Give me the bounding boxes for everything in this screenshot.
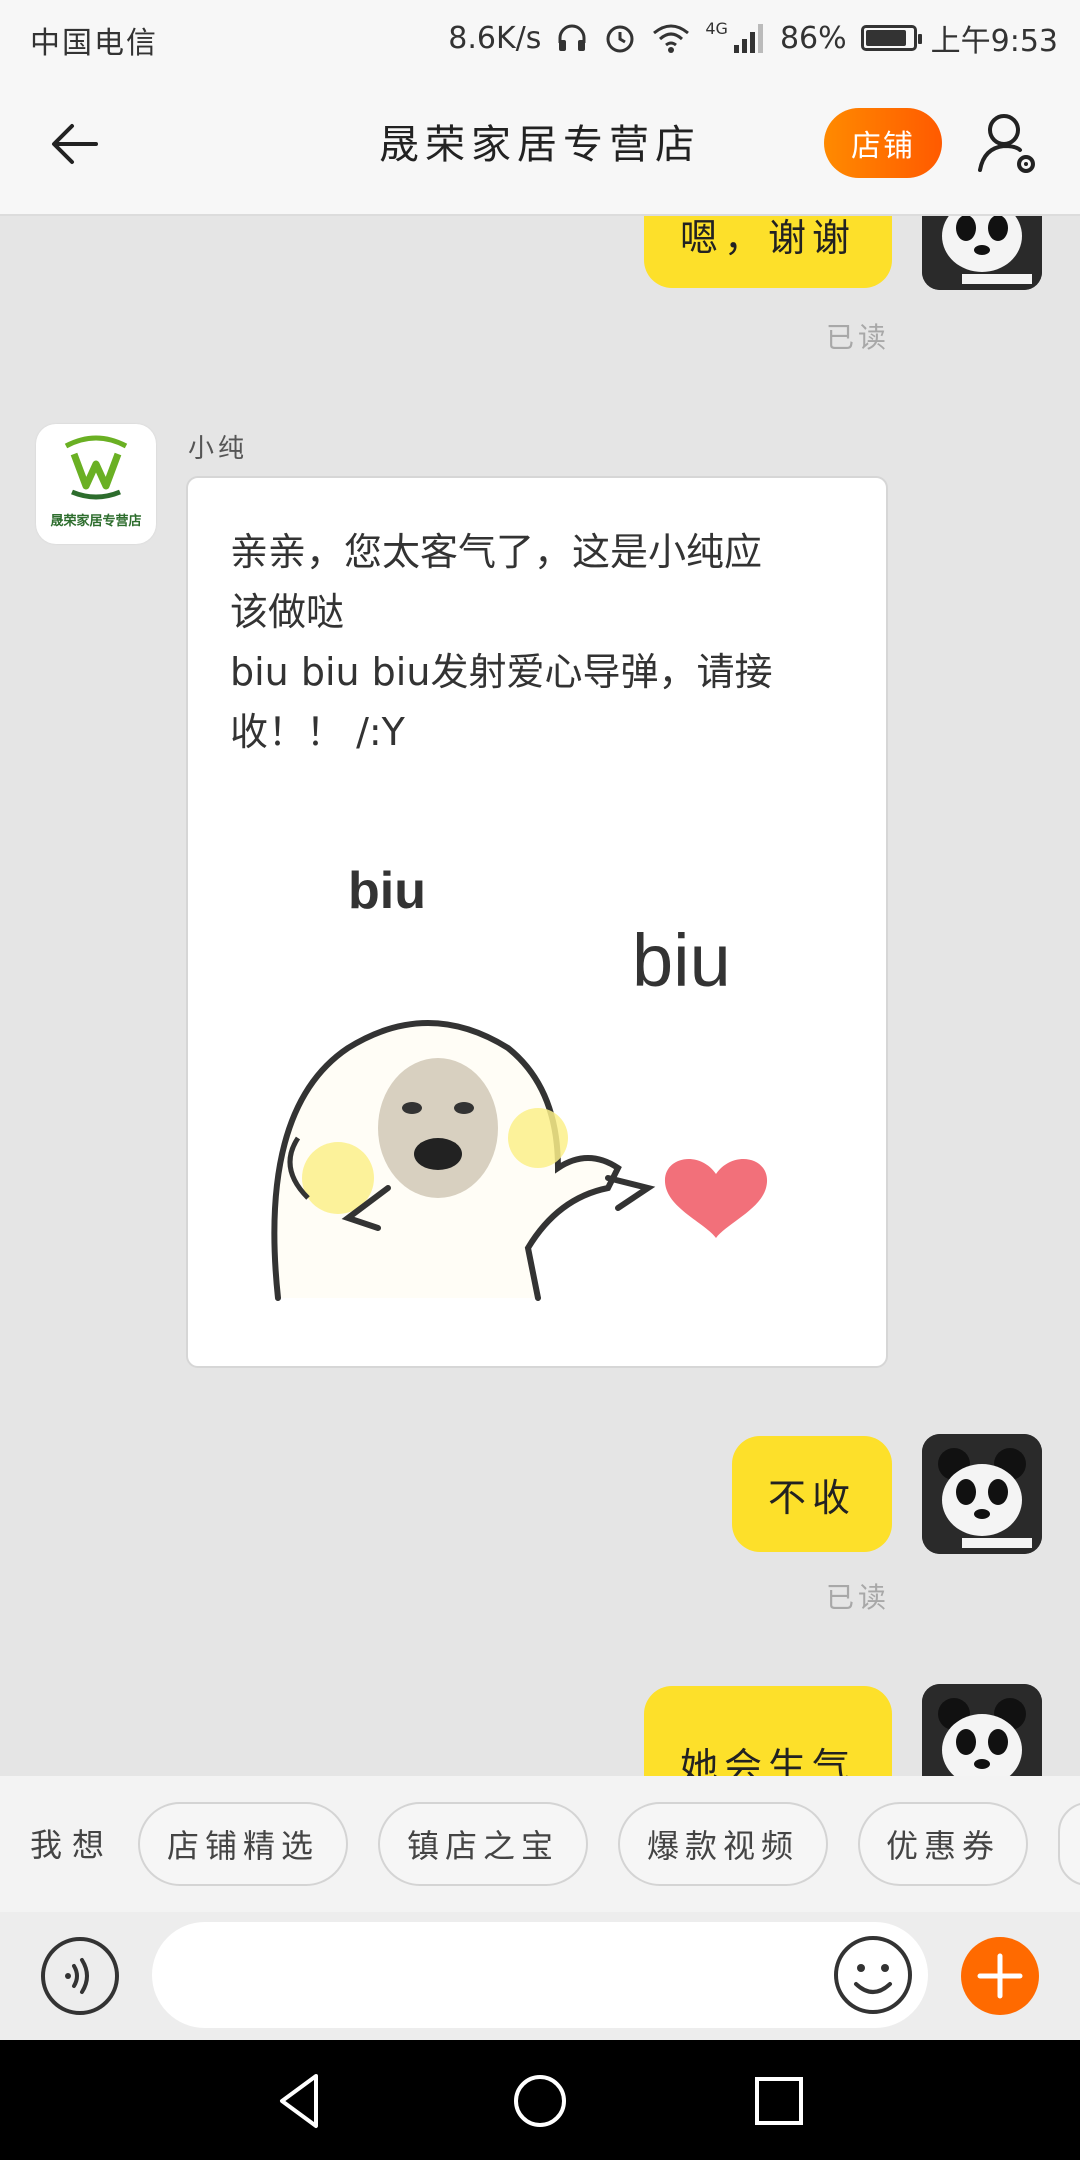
nav-recents-icon[interactable] bbox=[744, 2066, 814, 2136]
chip-coupons[interactable]: 优惠券 bbox=[858, 1802, 1028, 1886]
sender-name: 小纯 bbox=[188, 434, 249, 464]
input-bar bbox=[0, 1912, 1080, 2040]
my-message-bubble[interactable]: 嗯，谢谢 bbox=[644, 216, 892, 288]
my-avatar[interactable] bbox=[922, 216, 1042, 290]
panda-avatar-icon bbox=[922, 1434, 1042, 1554]
user-settings-icon[interactable] bbox=[976, 108, 1040, 178]
chip-more[interactable] bbox=[1058, 1802, 1080, 1886]
suggestion-label: 我想 bbox=[30, 1826, 115, 1864]
chat-header: 晟荣家居专营店 店铺 bbox=[0, 72, 1080, 216]
shop-message-card[interactable]: 亲亲，您太客气了，这是小纯应 该做哒 biu biu biu发射爱心导弹，请接 … bbox=[186, 476, 888, 1368]
clock: 上午9:53 bbox=[930, 24, 1058, 59]
message-text: 不收 bbox=[767, 1475, 856, 1520]
my-avatar[interactable] bbox=[922, 1434, 1042, 1554]
read-status: 已读 bbox=[826, 321, 891, 354]
message-line: 亲亲，您太客气了，这是小纯应 bbox=[230, 530, 763, 574]
chip-treasure[interactable]: 镇店之宝 bbox=[378, 1802, 588, 1886]
shop-avatar[interactable]: 晟荣家居专营店 bbox=[36, 424, 156, 544]
signal-icon bbox=[733, 24, 763, 53]
message-text: 嗯，谢谢 bbox=[679, 216, 856, 260]
message-text: 亲亲，您太客气了，这是小纯应 该做哒 biu biu biu发射爱心导弹，请接 … bbox=[230, 522, 830, 762]
my-avatar[interactable] bbox=[922, 1684, 1042, 1776]
sticker-text-2: biu bbox=[632, 919, 731, 1002]
chip-store-picks[interactable]: 店铺精选 bbox=[138, 1802, 348, 1886]
shop-logo-text: 晟荣家居专营店 bbox=[50, 514, 142, 529]
store-button[interactable]: 店铺 bbox=[824, 108, 942, 178]
my-message-bubble[interactable]: 她会生气 bbox=[644, 1686, 892, 1776]
nav-back-icon[interactable] bbox=[266, 2066, 336, 2136]
status-icons: 8.6K/s 4G 86% 上午9:53 bbox=[448, 16, 1058, 60]
shop-logo-icon bbox=[64, 435, 128, 500]
message-line: 该做哒 bbox=[230, 590, 345, 634]
carrier-name: 中国电信 bbox=[30, 26, 158, 61]
emoji-icon[interactable] bbox=[832, 1934, 914, 2016]
headphones-icon bbox=[558, 24, 586, 51]
message-text: 她会生气 bbox=[679, 1745, 856, 1776]
sticker-text-1: biu bbox=[348, 862, 426, 920]
suggestion-bar: 我想 店铺精选 镇店之宝 爆款视频 优惠券 bbox=[0, 1776, 1080, 1912]
battery-icon bbox=[860, 25, 922, 51]
network-type: 4G bbox=[705, 18, 728, 38]
voice-icon[interactable] bbox=[40, 1936, 120, 2016]
message-line: 收！！ /:Y bbox=[230, 710, 405, 754]
battery-percent: 86% bbox=[779, 20, 847, 56]
read-status: 已读 bbox=[826, 1581, 891, 1614]
chat-area[interactable]: 嗯，谢谢 已读 晟荣家居专营店 小纯 亲亲，您太客气了，这是小纯应 该做哒 bi… bbox=[0, 216, 1080, 1776]
system-nav-bar bbox=[0, 2040, 1080, 2160]
message-line: biu biu biu发射爱心导弹，请接 bbox=[230, 650, 773, 694]
network-speed: 8.6K/s bbox=[448, 20, 542, 56]
alarm-icon bbox=[606, 25, 634, 53]
message-input[interactable] bbox=[152, 1922, 928, 2028]
panda-avatar-icon bbox=[922, 1684, 1042, 1776]
nav-home-icon[interactable] bbox=[505, 2066, 575, 2136]
chip-hot-videos[interactable]: 爆款视频 bbox=[618, 1802, 828, 1886]
status-bar: 中国电信 8.6K/s 4G 86% 上午9:53 bbox=[0, 0, 1080, 72]
biu-sticker-image[interactable]: biu biu bbox=[228, 808, 848, 1318]
wifi-icon bbox=[653, 24, 690, 53]
add-plus-icon[interactable] bbox=[960, 1936, 1040, 2016]
panda-avatar-icon bbox=[922, 216, 1042, 290]
my-message-bubble[interactable]: 不收 bbox=[732, 1436, 892, 1552]
